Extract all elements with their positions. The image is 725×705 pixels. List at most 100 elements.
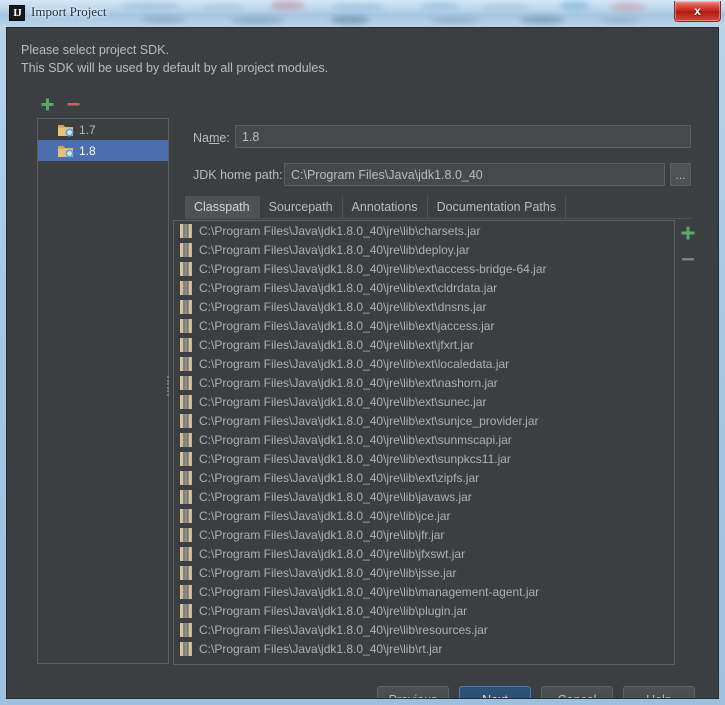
jdk-folder-icon	[58, 123, 74, 137]
tab-documentation-paths[interactable]: Documentation Paths	[427, 196, 567, 218]
jar-file-icon	[180, 641, 192, 656]
jar-file-icon	[180, 242, 192, 257]
paths-tabs: Classpath Sourcepath Annotations Documen…	[185, 195, 691, 219]
classpath-list-item-label: C:\Program Files\Java\jdk1.8.0_40\jre\li…	[199, 546, 466, 561]
classpath-list-item-label: C:\Program Files\Java\jdk1.8.0_40\jre\li…	[199, 223, 481, 238]
jar-file-icon	[180, 470, 192, 485]
classpath-list-item-label: C:\Program Files\Java\jdk1.8.0_40\jre\li…	[199, 622, 488, 637]
sdk-list-item[interactable]: 1.8	[38, 140, 168, 161]
classpath-list-item-label: C:\Program Files\Java\jdk1.8.0_40\jre\li…	[199, 242, 470, 257]
classpath-list-item-label: C:\Program Files\Java\jdk1.8.0_40\jre\li…	[199, 299, 487, 314]
jar-file-icon	[180, 508, 192, 523]
jar-file-icon	[180, 546, 192, 561]
sdk-list-item-label: 1.8	[79, 143, 96, 158]
classpath-list-item[interactable]: C:\Program Files\Java\jdk1.8.0_40\jre\li…	[174, 240, 674, 259]
classpath-list-item-label: C:\Program Files\Java\jdk1.8.0_40\jre\li…	[199, 356, 510, 371]
help-button[interactable]: Help	[623, 686, 695, 698]
add-sdk-button[interactable]	[37, 94, 57, 114]
jdk-home-path-input[interactable]: C:\Program Files\Java\jdk1.8.0_40	[284, 163, 665, 186]
classpath-list-item[interactable]: C:\Program Files\Java\jdk1.8.0_40\jre\li…	[174, 449, 674, 468]
plus-icon	[681, 226, 695, 240]
classpath-list-item[interactable]: C:\Program Files\Java\jdk1.8.0_40\jre\li…	[174, 354, 674, 373]
jar-file-icon	[180, 584, 192, 599]
classpath-list-item[interactable]: C:\Program Files\Java\jdk1.8.0_40\jre\li…	[174, 582, 674, 601]
minus-icon	[682, 258, 694, 261]
classpath-list-item-label: C:\Program Files\Java\jdk1.8.0_40\jre\li…	[199, 603, 468, 618]
classpath-list-item-label: C:\Program Files\Java\jdk1.8.0_40\jre\li…	[199, 584, 540, 599]
next-button[interactable]: Next	[459, 686, 531, 698]
classpath-list-item[interactable]: C:\Program Files\Java\jdk1.8.0_40\jre\li…	[174, 468, 674, 487]
jar-file-icon	[180, 337, 192, 352]
classpath-list-item-label: C:\Program Files\Java\jdk1.8.0_40\jre\li…	[199, 470, 480, 485]
classpath-list-item[interactable]: C:\Program Files\Java\jdk1.8.0_40\jre\li…	[174, 506, 674, 525]
jar-file-icon	[180, 565, 192, 580]
tab-annotations[interactable]: Annotations	[342, 196, 428, 218]
classpath-list-item[interactable]: C:\Program Files\Java\jdk1.8.0_40\jre\li…	[174, 221, 674, 240]
classpath-list-item-label: C:\Program Files\Java\jdk1.8.0_40\jre\li…	[199, 280, 498, 295]
classpath-list-item-label: C:\Program Files\Java\jdk1.8.0_40\jre\li…	[199, 375, 498, 390]
jar-file-icon	[180, 394, 192, 409]
add-classpath-entry-button[interactable]	[677, 222, 699, 244]
jar-file-icon	[180, 375, 192, 390]
tab-sourcepath[interactable]: Sourcepath	[259, 196, 343, 218]
jar-file-icon	[180, 622, 192, 637]
classpath-list-item[interactable]: C:\Program Files\Java\jdk1.8.0_40\jre\li…	[174, 544, 674, 563]
classpath-toolbar	[677, 222, 701, 272]
instruction-line-1: Please select project SDK.	[21, 43, 169, 57]
jar-file-icon	[180, 318, 192, 333]
name-label: Name:	[193, 131, 230, 145]
classpath-list-item[interactable]: C:\Program Files\Java\jdk1.8.0_40\jre\li…	[174, 392, 674, 411]
jdk-home-path-label: JDK home path:	[193, 168, 283, 182]
classpath-list-item[interactable]: C:\Program Files\Java\jdk1.8.0_40\jre\li…	[174, 411, 674, 430]
sdk-list[interactable]: 1.7 1.8	[37, 118, 169, 664]
plus-icon	[41, 98, 53, 110]
app-icon-intellij: IJ	[9, 5, 25, 21]
previous-button[interactable]: Previous	[377, 686, 449, 698]
browse-button[interactable]: ...	[670, 163, 691, 186]
jar-file-icon	[180, 603, 192, 618]
classpath-list[interactable]: C:\Program Files\Java\jdk1.8.0_40\jre\li…	[173, 220, 675, 665]
classpath-list-item[interactable]: C:\Program Files\Java\jdk1.8.0_40\jre\li…	[174, 335, 674, 354]
jar-file-icon	[180, 280, 192, 295]
classpath-list-item-label: C:\Program Files\Java\jdk1.8.0_40\jre\li…	[199, 337, 474, 352]
window-frame: IJ Import Project x Please select projec…	[0, 0, 725, 705]
close-icon[interactable]: x	[674, 1, 721, 22]
cancel-button[interactable]: Cancel	[541, 686, 613, 698]
jar-file-icon	[180, 261, 192, 276]
classpath-list-item[interactable]: C:\Program Files\Java\jdk1.8.0_40\jre\li…	[174, 639, 674, 658]
instruction-line-2: This SDK will be used by default by all …	[21, 61, 329, 75]
classpath-list-item-label: C:\Program Files\Java\jdk1.8.0_40\jre\li…	[199, 641, 443, 656]
classpath-list-item-label: C:\Program Files\Java\jdk1.8.0_40\jre\li…	[199, 527, 445, 542]
classpath-list-item[interactable]: C:\Program Files\Java\jdk1.8.0_40\jre\li…	[174, 297, 674, 316]
dialog-button-bar: Previous Next Cancel Help	[377, 686, 701, 698]
name-input[interactable]: 1.8	[235, 125, 691, 148]
classpath-list-item-label: C:\Program Files\Java\jdk1.8.0_40\jre\li…	[199, 508, 451, 523]
jar-file-icon	[180, 451, 192, 466]
classpath-list-item[interactable]: C:\Program Files\Java\jdk1.8.0_40\jre\li…	[174, 278, 674, 297]
remove-sdk-button[interactable]	[63, 94, 83, 114]
classpath-list-item[interactable]: C:\Program Files\Java\jdk1.8.0_40\jre\li…	[174, 487, 674, 506]
classpath-list-item-label: C:\Program Files\Java\jdk1.8.0_40\jre\li…	[199, 261, 547, 276]
classpath-list-item[interactable]: C:\Program Files\Java\jdk1.8.0_40\jre\li…	[174, 525, 674, 544]
classpath-list-item[interactable]: C:\Program Files\Java\jdk1.8.0_40\jre\li…	[174, 601, 674, 620]
sdk-list-item-label: 1.7	[79, 122, 96, 137]
remove-classpath-entry-button[interactable]	[677, 248, 699, 270]
classpath-list-item[interactable]: C:\Program Files\Java\jdk1.8.0_40\jre\li…	[174, 316, 674, 335]
jar-file-icon	[180, 356, 192, 371]
jar-file-icon	[180, 223, 192, 238]
classpath-list-item[interactable]: C:\Program Files\Java\jdk1.8.0_40\jre\li…	[174, 373, 674, 392]
classpath-list-item-label: C:\Program Files\Java\jdk1.8.0_40\jre\li…	[199, 451, 511, 466]
dialog-body: Please select project SDK. This SDK will…	[6, 27, 719, 699]
sdk-toolbar	[37, 94, 97, 114]
classpath-list-item[interactable]: C:\Program Files\Java\jdk1.8.0_40\jre\li…	[174, 563, 674, 582]
title-bar[interactable]: IJ Import Project x	[0, 0, 725, 27]
classpath-list-item-label: C:\Program Files\Java\jdk1.8.0_40\jre\li…	[199, 394, 487, 409]
tab-classpath[interactable]: Classpath	[185, 196, 260, 218]
sdk-list-item[interactable]: 1.7	[38, 119, 168, 140]
splitter-grip[interactable]	[167, 376, 171, 396]
classpath-list-item[interactable]: C:\Program Files\Java\jdk1.8.0_40\jre\li…	[174, 620, 674, 639]
window-title: Import Project	[31, 4, 107, 19]
classpath-list-item[interactable]: C:\Program Files\Java\jdk1.8.0_40\jre\li…	[174, 259, 674, 278]
classpath-list-item[interactable]: C:\Program Files\Java\jdk1.8.0_40\jre\li…	[174, 430, 674, 449]
classpath-list-item-label: C:\Program Files\Java\jdk1.8.0_40\jre\li…	[199, 318, 495, 333]
